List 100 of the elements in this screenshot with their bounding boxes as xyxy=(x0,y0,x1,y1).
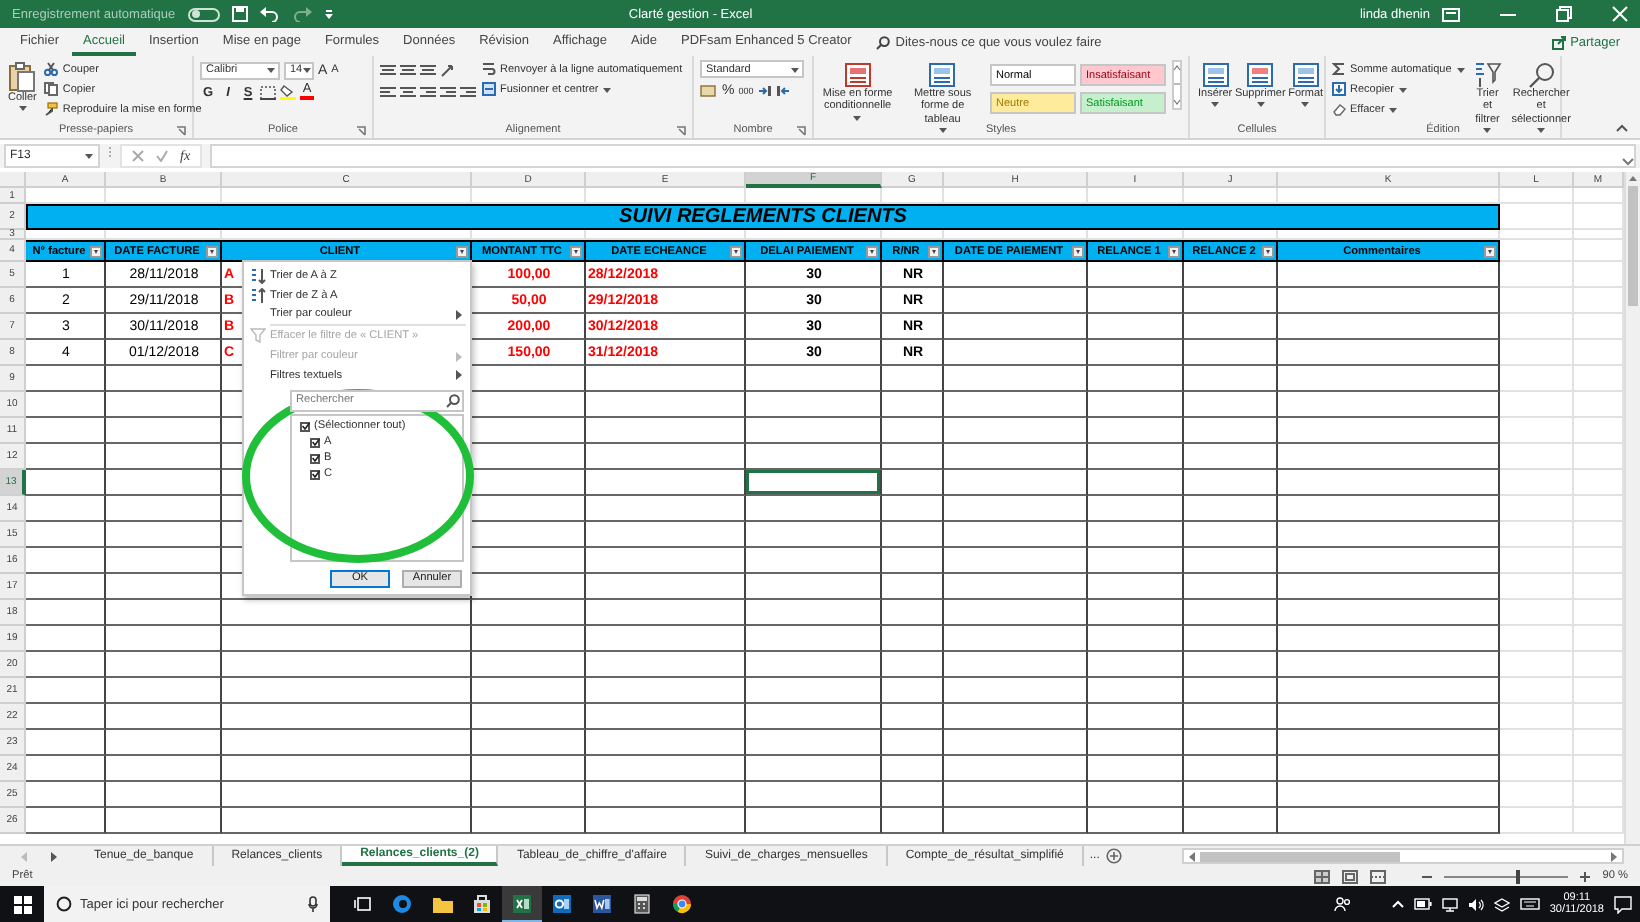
checkbox[interactable] xyxy=(310,453,320,464)
filter-button[interactable] xyxy=(1168,245,1180,257)
volume-icon[interactable] xyxy=(1467,897,1484,911)
table-cell xyxy=(1088,522,1184,548)
sheet-title: SUIVI REGLEMENTS CLIENTS xyxy=(26,204,1500,230)
fill-color-icon[interactable] xyxy=(280,84,296,100)
colored-circle-icon[interactable] xyxy=(672,894,692,914)
align-top-icon[interactable] xyxy=(380,63,396,77)
task-view-icon[interactable] xyxy=(353,896,371,912)
network-icon[interactable] xyxy=(1441,897,1458,911)
dialog-launcher-icon[interactable] xyxy=(356,125,367,135)
brush-icon xyxy=(44,102,59,116)
scroll-right-icon xyxy=(1610,851,1618,861)
table-cell xyxy=(1088,392,1184,418)
caret-icon xyxy=(852,113,863,122)
table-cell xyxy=(882,444,944,470)
align-bottom-icon[interactable] xyxy=(420,63,436,77)
add-sheet-icon[interactable] xyxy=(1105,848,1122,864)
browser-icon[interactable] xyxy=(392,894,412,914)
notification-icon[interactable] xyxy=(1614,895,1632,913)
formula-field[interactable] xyxy=(210,144,1636,168)
grid-cell xyxy=(1500,756,1574,782)
indent-decrease-icon[interactable] xyxy=(440,85,456,99)
table-cell xyxy=(944,652,1088,678)
calculator-icon[interactable] xyxy=(634,894,650,914)
autosave-toggle[interactable] xyxy=(187,7,220,21)
checkbox[interactable] xyxy=(310,469,320,480)
caret-icon xyxy=(302,66,313,74)
zoom-out-icon[interactable] xyxy=(1422,871,1433,881)
dialog-launcher-icon[interactable] xyxy=(676,125,686,135)
vertical-scrollbar[interactable] xyxy=(1624,172,1640,844)
table-cell xyxy=(882,366,944,392)
battery-icon[interactable] xyxy=(1413,898,1432,910)
zoom-in-icon[interactable] xyxy=(1580,871,1591,881)
table-cell xyxy=(944,340,1088,366)
table-cell xyxy=(1088,470,1184,496)
show-hidden-icons-icon[interactable] xyxy=(1391,900,1404,908)
gallery-scroll-icon[interactable] xyxy=(1172,60,1182,110)
filter-button[interactable] xyxy=(206,245,218,257)
caret-icon xyxy=(1255,100,1266,109)
table-cell xyxy=(472,626,586,652)
dialog-launcher-icon[interactable] xyxy=(796,125,806,135)
table-cell xyxy=(1088,730,1184,756)
table-cell xyxy=(1184,418,1278,444)
scroll-up-icon[interactable] xyxy=(1628,174,1638,182)
mail-app-icon[interactable] xyxy=(552,894,572,914)
folder-icon[interactable] xyxy=(431,895,453,913)
undo-icon[interactable] xyxy=(259,6,280,22)
filter-button[interactable] xyxy=(456,245,468,257)
close-icon[interactable] xyxy=(1612,6,1628,22)
filter-button[interactable] xyxy=(90,245,102,257)
shopping-bag-icon[interactable] xyxy=(472,894,492,914)
grid-cell xyxy=(1500,314,1574,340)
grid-cell xyxy=(1500,366,1574,392)
align-middle-icon[interactable] xyxy=(400,63,416,77)
text-orientation-icon[interactable] xyxy=(440,63,458,77)
page-layout-icon[interactable] xyxy=(1342,869,1359,883)
checkbox[interactable] xyxy=(300,421,310,432)
table-cell xyxy=(882,418,944,444)
next-sheet-icon[interactable] xyxy=(49,851,57,861)
indent-increase-icon[interactable] xyxy=(460,85,476,99)
align-center-icon[interactable] xyxy=(400,85,416,99)
sum-icon xyxy=(1332,62,1346,76)
restore-icon[interactable] xyxy=(1556,6,1572,22)
filter-button[interactable] xyxy=(1072,245,1084,257)
filter-button[interactable] xyxy=(928,245,940,257)
selected-cell[interactable] xyxy=(746,470,882,496)
document-app-icon[interactable] xyxy=(592,894,612,914)
checkbox[interactable] xyxy=(310,437,320,448)
keyboard-icon[interactable] xyxy=(1519,898,1540,910)
filter-button[interactable] xyxy=(1484,245,1496,257)
collapse-ribbon-icon[interactable] xyxy=(1616,124,1628,132)
align-left-icon[interactable] xyxy=(380,85,396,99)
table-cell xyxy=(1184,444,1278,470)
people-icon[interactable] xyxy=(1333,896,1352,912)
zoom-slider-thumb[interactable] xyxy=(1516,869,1521,883)
caret-icon xyxy=(790,65,800,73)
horizontal-scrollbar[interactable] xyxy=(1181,848,1624,864)
increase-decimal-icon[interactable] xyxy=(757,83,772,97)
dialog-launcher-icon[interactable] xyxy=(176,125,186,135)
align-right-icon[interactable] xyxy=(420,85,436,99)
ribbon-display-icon[interactable] xyxy=(1442,7,1460,21)
spreadsheet-app-icon[interactable] xyxy=(512,893,532,913)
save-icon[interactable] xyxy=(231,6,248,22)
decrease-decimal-icon[interactable] xyxy=(775,83,790,97)
page-break-icon[interactable] xyxy=(1370,869,1387,883)
customize-icon[interactable] xyxy=(323,9,334,19)
borders-icon[interactable] xyxy=(260,85,276,99)
filter-button[interactable] xyxy=(570,245,582,257)
filter-button[interactable] xyxy=(1262,245,1274,257)
windows-logo-icon[interactable] xyxy=(13,895,31,913)
microphone-icon[interactable] xyxy=(308,896,318,912)
normal-view-icon[interactable] xyxy=(1314,869,1331,883)
currency-icon[interactable] xyxy=(700,83,718,97)
filter-button[interactable] xyxy=(730,245,742,257)
table-cell xyxy=(882,626,944,652)
search-icon[interactable] xyxy=(875,35,890,49)
expand-formula-icon[interactable] xyxy=(1622,158,1634,166)
filter-button[interactable] xyxy=(866,245,878,257)
clear-filter-icon xyxy=(249,328,265,345)
